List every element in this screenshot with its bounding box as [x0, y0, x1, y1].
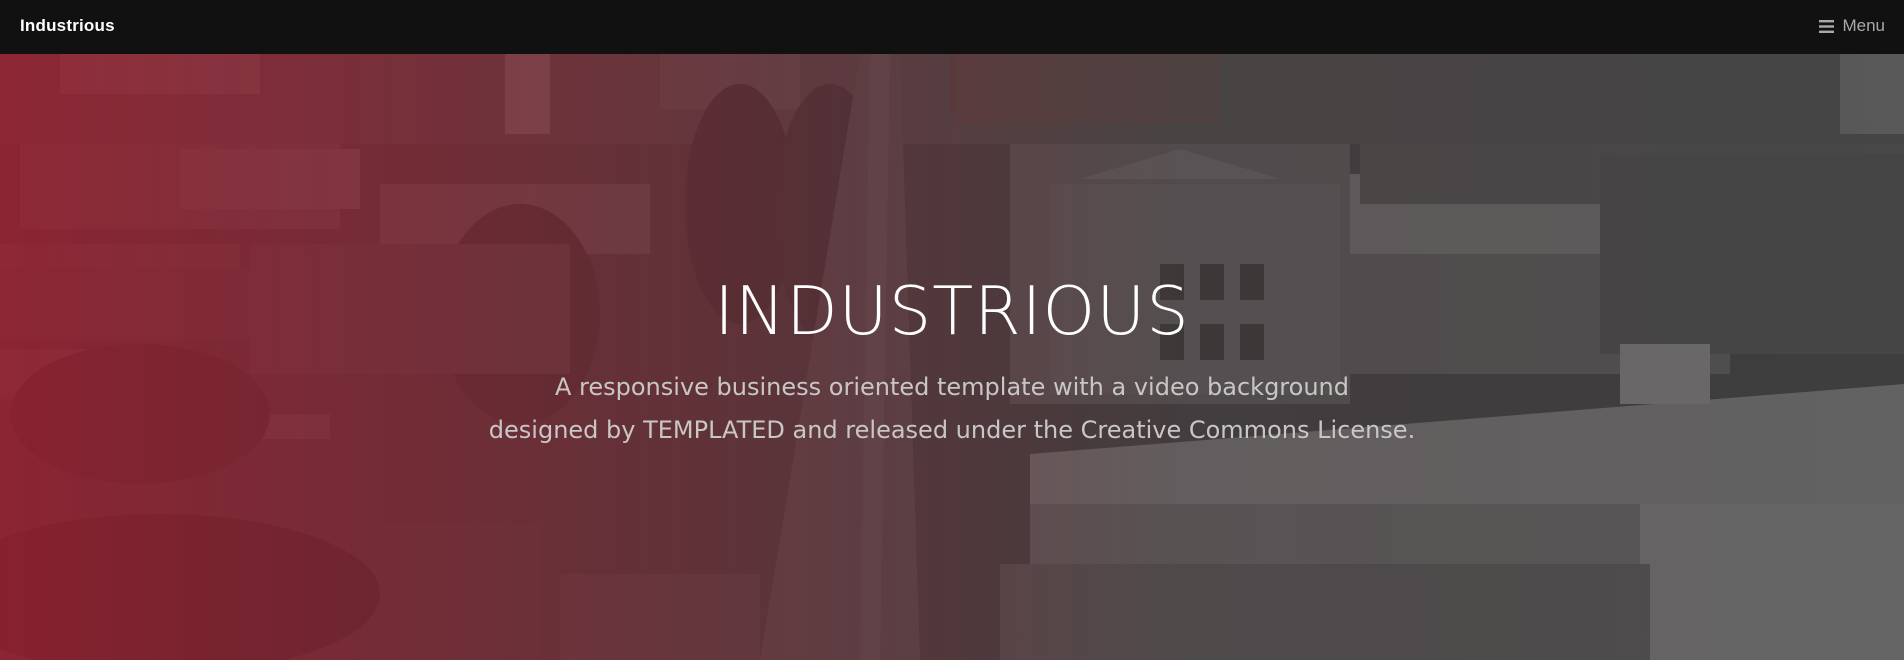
hero-subtitle: A responsive business oriented template … [352, 366, 1552, 452]
hamburger-icon [1819, 19, 1835, 33]
hero-content: INDUSTRIOUS A responsive business orient… [0, 54, 1904, 660]
hero-subtitle-line-2: designed by TEMPLATED and released under… [488, 416, 1416, 444]
menu-button[interactable]: Menu [1819, 0, 1885, 52]
site-header: Industrious Menu [0, 0, 1904, 54]
menu-label: Menu [1842, 16, 1885, 35]
hero-banner: INDUSTRIOUS A responsive business orient… [0, 54, 1904, 660]
site-logo[interactable]: Industrious [20, 0, 115, 52]
hero-title: INDUSTRIOUS [714, 272, 1190, 350]
hero-subtitle-line-1: A responsive business oriented template … [554, 373, 1349, 401]
